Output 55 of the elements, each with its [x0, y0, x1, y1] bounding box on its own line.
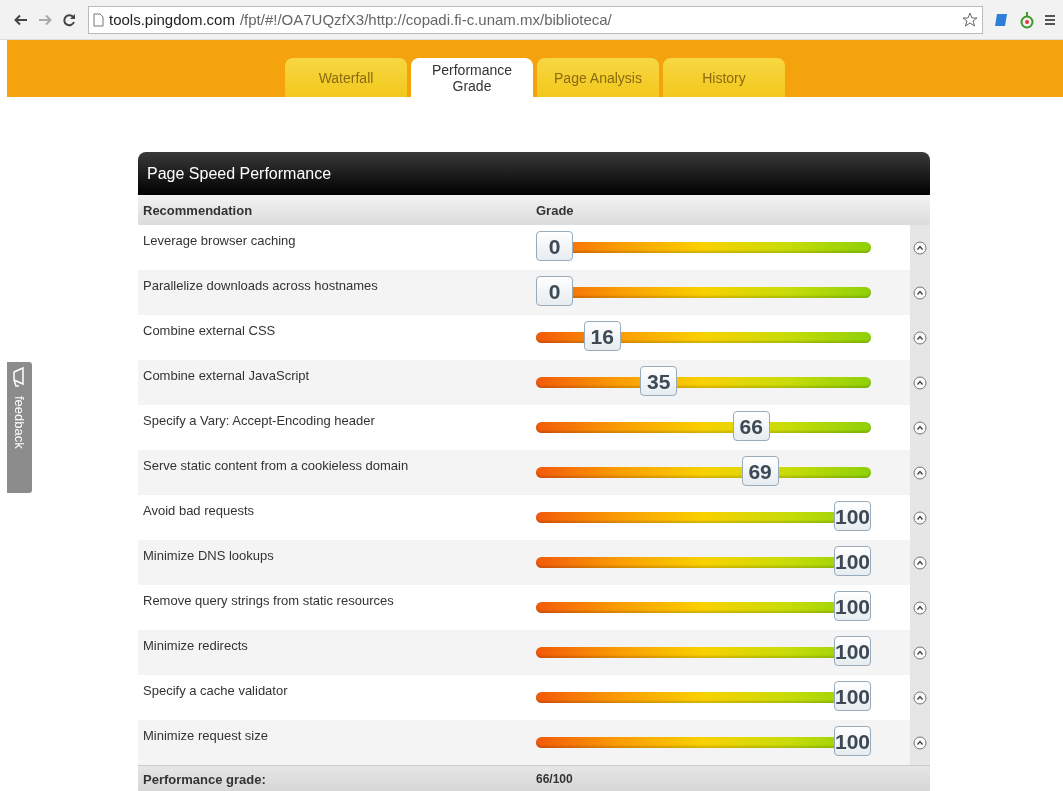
- feedback-label: feedback: [12, 396, 27, 449]
- recommendation-text: Leverage browser caching: [142, 232, 297, 248]
- recommendation-text: Minimize redirects: [142, 637, 249, 653]
- grade-badge: 100: [834, 591, 871, 621]
- recommendation-text: Minimize DNS lookups: [142, 547, 275, 563]
- footer-label: Performance grade:: [142, 771, 267, 787]
- extension-icon[interactable]: [993, 11, 1009, 28]
- grade-badge: 100: [834, 726, 871, 756]
- expand-icon[interactable]: [913, 375, 927, 390]
- grade-badge: 66: [732, 411, 770, 441]
- expand-icon[interactable]: [913, 555, 927, 570]
- recommendation-text: Serve static content from a cookieless domain: [142, 457, 410, 473]
- recommendation-text: Specify a cache validator: [142, 682, 289, 698]
- recommendation-text: Avoid bad requests: [142, 502, 256, 518]
- recommendation-text: Specify a Vary: Accept-Encoding header: [142, 412, 376, 428]
- expand-icon[interactable]: [913, 240, 927, 255]
- panel-title: Page Speed Performance: [147, 164, 332, 183]
- tab[interactable]: Page Analysis: [537, 58, 659, 97]
- grade-badge: 0: [536, 276, 573, 306]
- recommendation-text: Combine external CSS: [142, 322, 277, 338]
- expand-icon[interactable]: [913, 465, 927, 480]
- column-header: Grade: [536, 202, 574, 218]
- feedback-tab[interactable]: feedback: [7, 362, 32, 493]
- menu-icon[interactable]: [1045, 12, 1055, 27]
- recommendation-text: Combine external JavaScript: [142, 367, 311, 383]
- expand-icon[interactable]: [913, 600, 927, 615]
- recommendation-text: Minimize request size: [142, 727, 269, 743]
- expand-icon[interactable]: [913, 285, 927, 300]
- grade-badge: 69: [741, 456, 779, 486]
- grade-badge: 100: [834, 636, 871, 666]
- grade-badge: 35: [640, 366, 678, 396]
- expand-icon[interactable]: [913, 510, 927, 525]
- extension-icon[interactable]: [1019, 10, 1035, 29]
- expand-icon[interactable]: [913, 735, 927, 750]
- grade-badge: 100: [834, 681, 871, 711]
- tab[interactable]: Waterfall: [285, 58, 407, 97]
- expand-icon[interactable]: [913, 330, 927, 345]
- page-icon: [93, 12, 104, 27]
- reload-icon[interactable]: [62, 12, 76, 27]
- address-bar[interactable]: tools.pingdom.com /fpt/#!/OA7UQzfX3/http://copadi.fi-c.unam.mx/biblioteca/: [88, 5, 983, 34]
- recommendation-text: Remove query strings from static resources: [142, 592, 395, 608]
- grade-badge: 100: [834, 546, 871, 576]
- grade-badge: 100: [834, 501, 871, 531]
- grade-badge: 0: [536, 231, 573, 261]
- column-header: Recommendation: [142, 202, 254, 218]
- expand-icon[interactable]: [913, 645, 927, 660]
- tab[interactable]: Performance Grade: [411, 58, 533, 97]
- back-arrow-icon[interactable]: [14, 12, 28, 27]
- expand-icon[interactable]: [913, 420, 927, 435]
- recommendation-text: Parallelize downloads across hostnames: [142, 277, 379, 293]
- expand-icon[interactable]: [913, 690, 927, 705]
- tab[interactable]: History: [663, 58, 785, 97]
- footer-value: 66/100: [536, 772, 573, 786]
- grade-badge: 16: [583, 321, 621, 351]
- star-icon[interactable]: [962, 11, 978, 28]
